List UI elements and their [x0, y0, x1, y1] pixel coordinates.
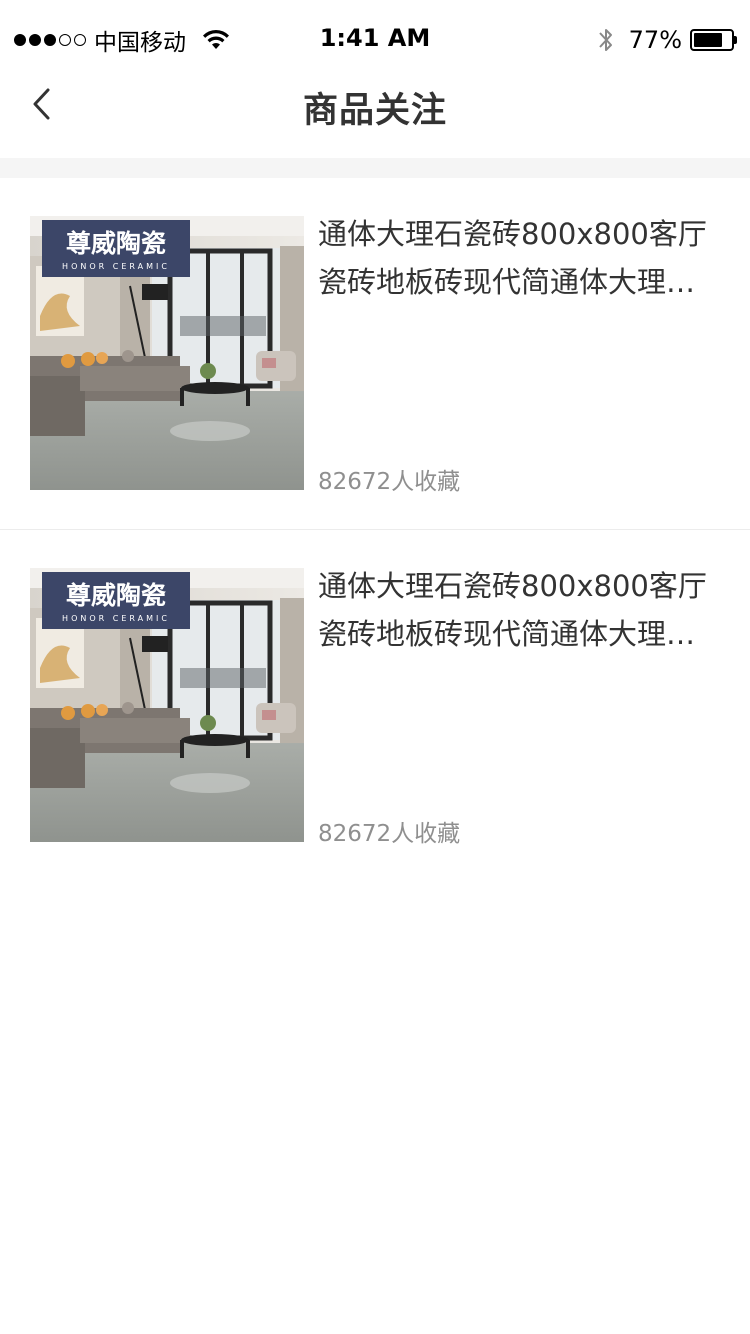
favorite-count: 82672人收藏: [318, 821, 461, 847]
product-list: 尊威陶瓷 HONOR CERAMIC 通体大理石瓷砖800x800客厅瓷砖地板砖…: [0, 178, 750, 882]
battery-body: [690, 29, 734, 51]
brand-name-cn: 尊威陶瓷: [66, 229, 166, 258]
product-title: 通体大理石瓷砖800x800客厅瓷砖地板砖现代简通体大理石瓷砖: [318, 569, 707, 651]
battery-percent: 77%: [628, 26, 682, 54]
product-image: 尊威陶瓷 HONOR CERAMIC: [30, 568, 304, 842]
living-room-photo: 尊威陶瓷 HONOR CERAMIC: [30, 568, 304, 842]
bluetooth-icon: [598, 29, 612, 51]
nav-bar: 商品关注: [0, 60, 750, 148]
product-image: 尊威陶瓷 HONOR CERAMIC: [30, 216, 304, 490]
section-divider: [0, 158, 750, 178]
battery-fill: [694, 33, 722, 47]
product-item[interactable]: 尊威陶瓷 HONOR CERAMIC 通体大理石瓷砖800x800客厅瓷砖地板砖…: [0, 178, 750, 530]
brand-name-en: HONOR CERAMIC: [62, 614, 170, 623]
favorite-count: 82672人收藏: [318, 469, 461, 495]
brand-name-en: HONOR CERAMIC: [62, 262, 170, 271]
battery-cap: [734, 36, 737, 44]
brand-name-cn: 尊威陶瓷: [66, 581, 166, 610]
product-title: 通体大理石瓷砖800x800客厅瓷砖地板砖现代简通体大理石瓷砖: [318, 217, 707, 299]
battery-icon: [690, 29, 738, 51]
product-item[interactable]: 尊威陶瓷 HONOR CERAMIC 通体大理石瓷砖800x800客厅瓷砖地板砖…: [0, 530, 750, 882]
page-title: 商品关注: [302, 91, 447, 131]
living-room-photo: 尊威陶瓷 HONOR CERAMIC: [30, 216, 304, 490]
status-right: 77%: [595, 22, 738, 58]
